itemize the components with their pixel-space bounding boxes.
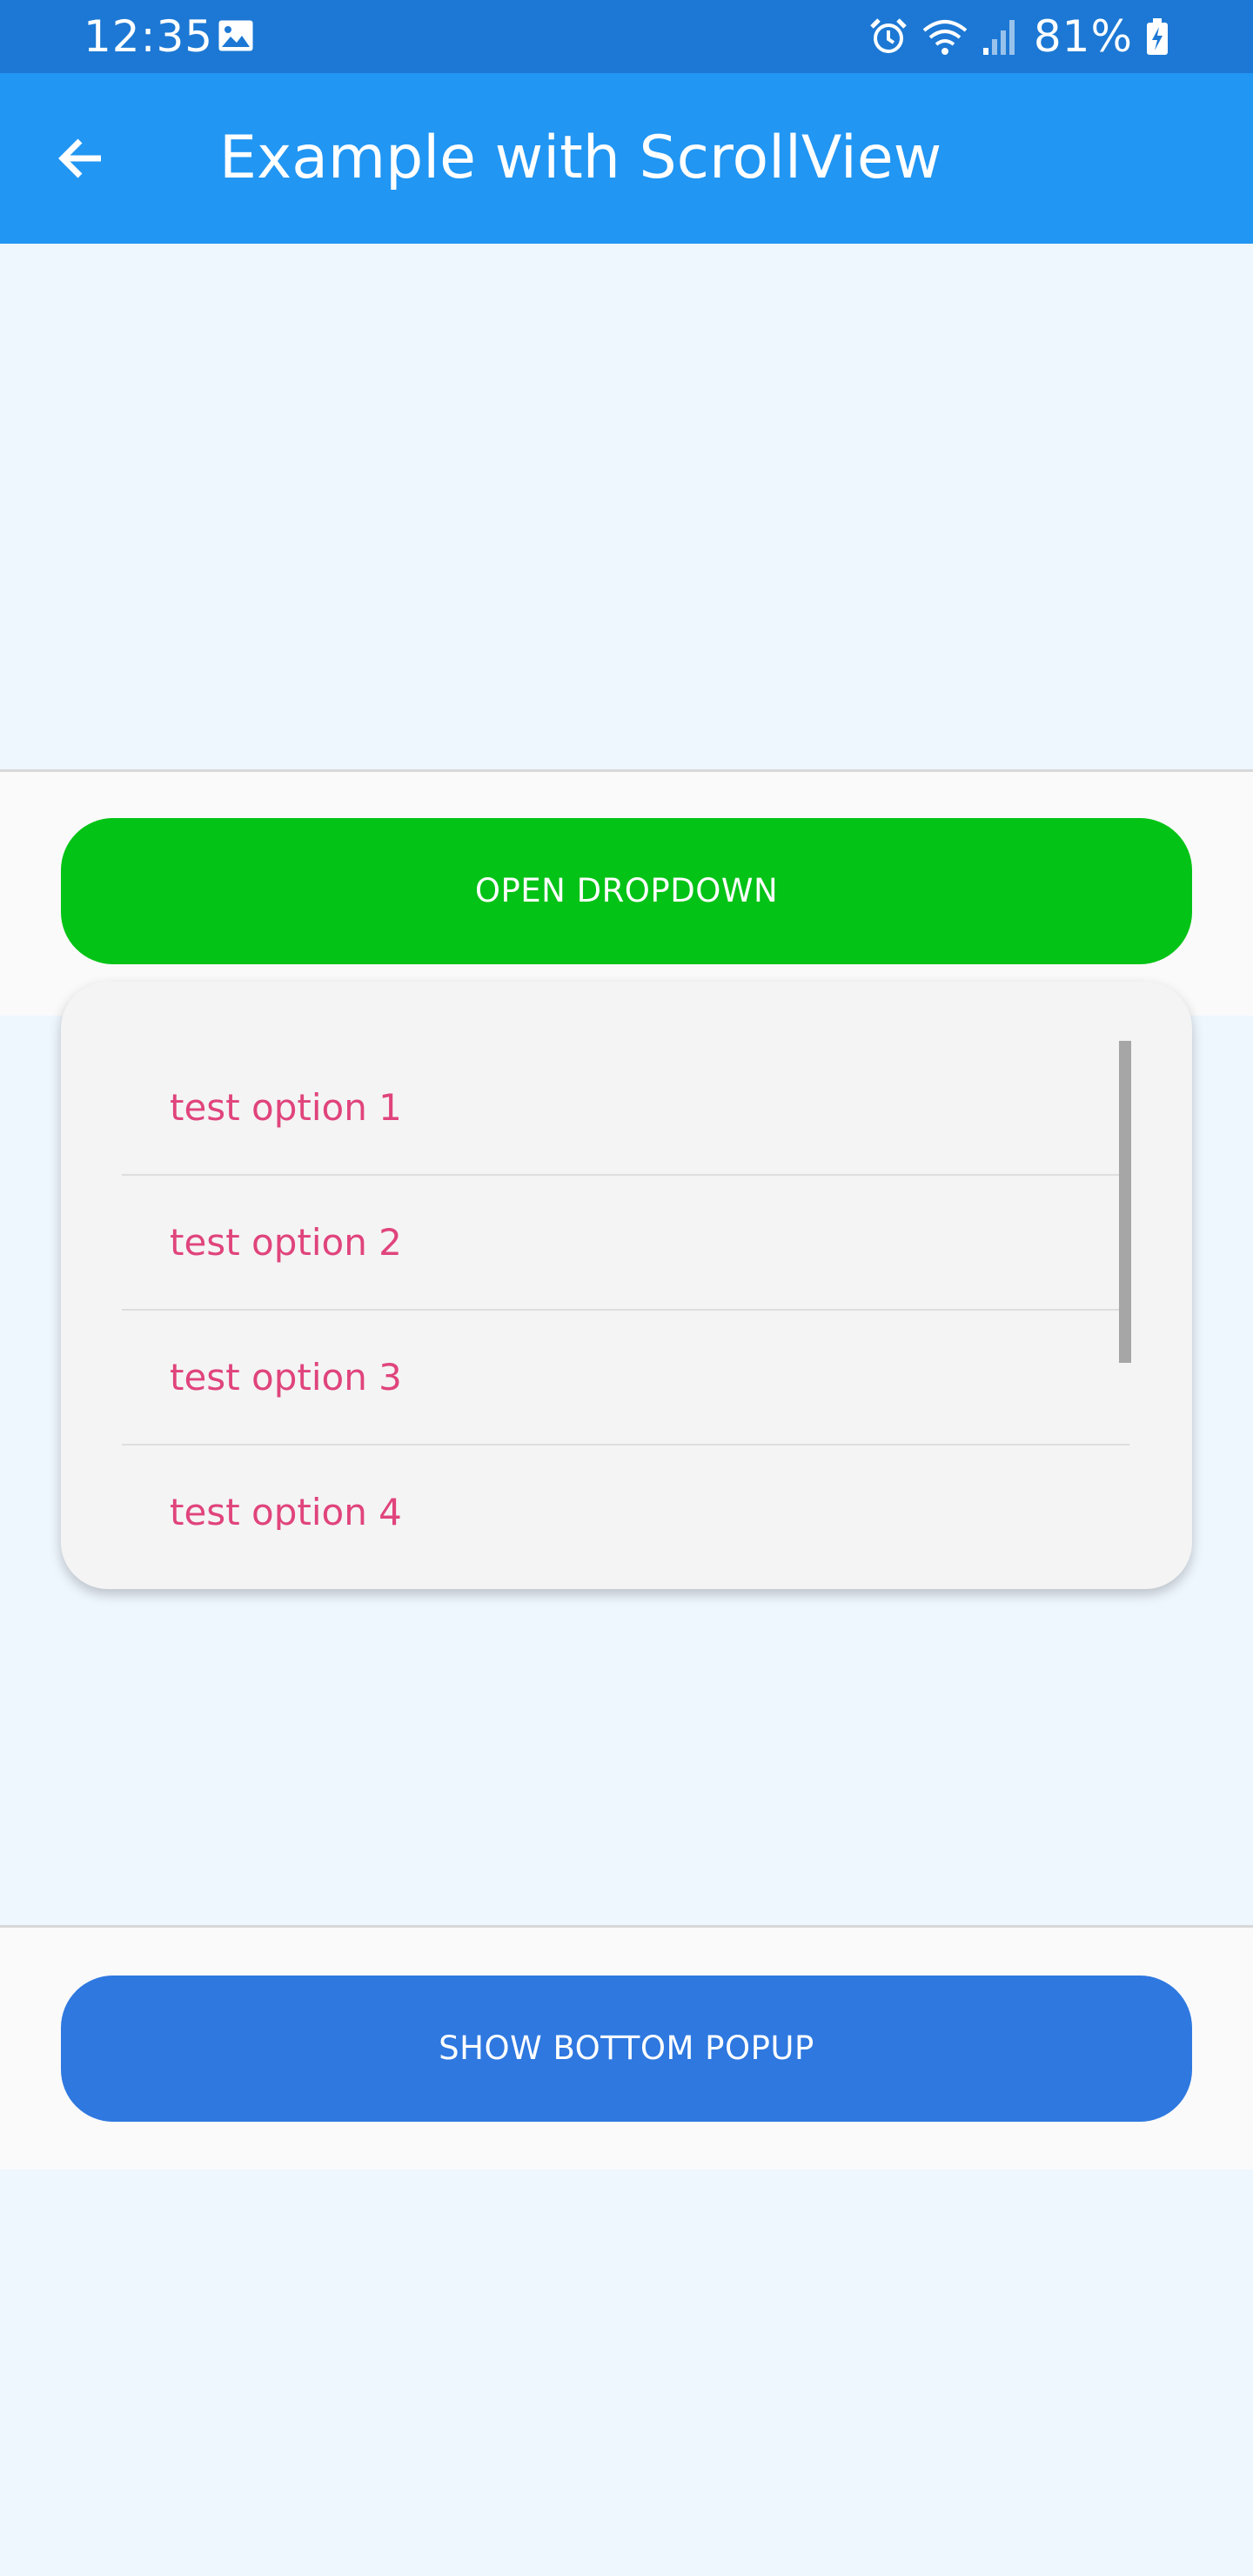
dropdown-option-label: test option 4: [170, 1491, 402, 1530]
show-bottom-popup-button[interactable]: SHOW BOTTOM POPUP: [61, 1976, 1192, 2122]
signal-icon: [982, 20, 1015, 55]
alarm-icon: [870, 18, 907, 53]
dropdown-option-label: test option 3: [170, 1356, 402, 1399]
dropdown-list[interactable]: test option 1 test option 2 test option …: [122, 1041, 1129, 1530]
dropdown-option[interactable]: test option 3: [122, 1311, 1129, 1446]
battery-percentage: 81%: [1033, 11, 1133, 62]
app-bar: Example with ScrollView: [0, 73, 1253, 244]
image-icon: [218, 20, 253, 51]
dropdown-option[interactable]: test option 2: [122, 1176, 1129, 1311]
dropdown-scrollbar[interactable]: [1119, 1041, 1131, 1363]
page-title: Example with ScrollView: [219, 124, 942, 192]
dropdown-option[interactable]: test option 4: [122, 1446, 1129, 1530]
battery-charging-icon: [1147, 18, 1168, 55]
status-bar: 12:35 81%: [0, 0, 1253, 73]
dropdown-option[interactable]: test option 1: [122, 1041, 1129, 1176]
status-time: 12:35: [84, 11, 214, 62]
dropdown-option-label: test option 1: [170, 1086, 402, 1129]
wifi-icon: [922, 20, 968, 55]
arrow-left-icon[interactable]: [49, 125, 115, 191]
dropdown-menu: test option 1 test option 2 test option …: [61, 982, 1192, 1589]
status-icons: 81%: [856, 10, 1169, 63]
open-dropdown-button[interactable]: OPEN DROPDOWN: [61, 818, 1192, 964]
dropdown-option-label: test option 2: [170, 1221, 402, 1264]
